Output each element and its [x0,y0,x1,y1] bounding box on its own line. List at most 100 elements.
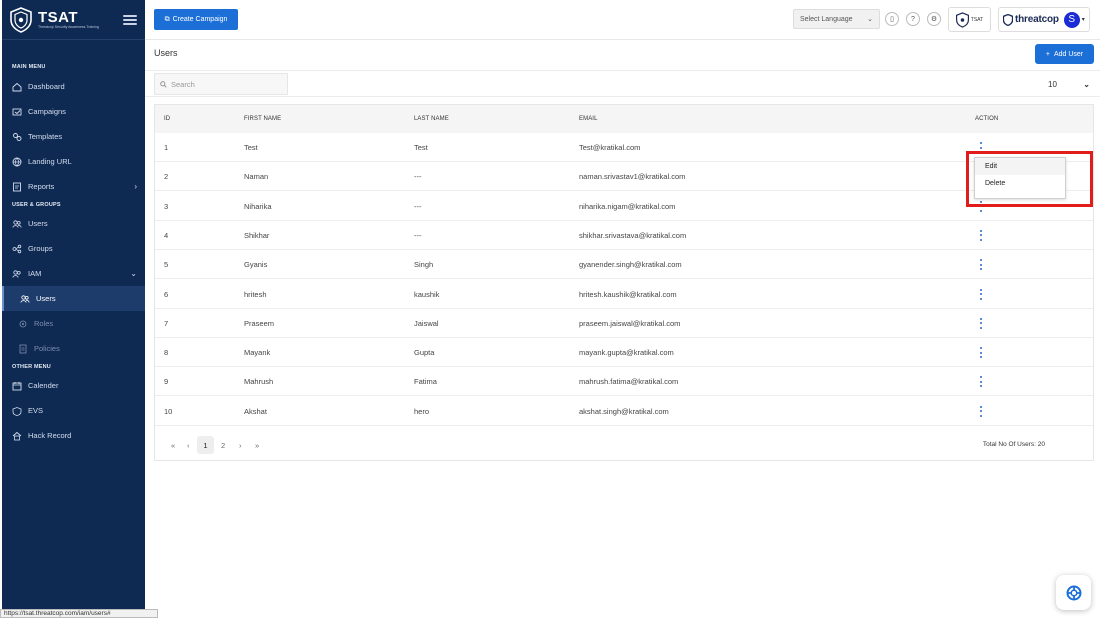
cell-id: 4 [164,230,169,240]
sidebar-item-templates[interactable]: Templates [2,124,145,149]
cell-last-name: --- [414,201,422,211]
threatcop-shield-logo [1003,13,1013,26]
cell-last-name: kaushik [414,289,440,299]
tsat-shield-logo [10,6,32,33]
cell-id: 2 [164,172,169,182]
cell-first-name: Naman [244,172,269,182]
cell-email: mahrush.fatima@kratikal.com [579,377,679,387]
first-page-button[interactable]: « [171,436,175,454]
help-icon[interactable]: ? [906,12,920,26]
menu-toggle-icon[interactable] [123,14,137,25]
next-page-button[interactable]: › [239,436,242,454]
last-page-button[interactable]: » [255,436,259,454]
gear-icon[interactable]: ⚙ [927,12,941,26]
cell-id: 10 [164,406,173,416]
kebab-menu-icon[interactable] [979,405,983,417]
sidebar-item-label: Dashboard [28,82,65,91]
table-row: 6 hritesh kaushik hritesh.kaushik@kratikal.… [155,280,1093,309]
threatcop-account-menu[interactable]: threatcop S ▾ [998,7,1090,32]
table-row: 5 Gyanis Singh gyanender.singh@kratikal.com [155,250,1093,280]
sidebar-item-label: Groups [28,244,53,253]
cell-first-name: Gyanis [244,260,268,270]
brand-tagline: Threatcop Security Awareness Training [38,25,99,29]
sidebar-item-label: IAM [28,269,42,278]
sidebar-item-landing-url[interactable]: Landing URL [2,149,145,174]
cell-first-name: hritesh [244,289,267,299]
table-row: 3 Niharika --- niharika.nigam@kratikal.com [155,192,1093,221]
cell-email: naman.srivastav1@kratikal.com [579,172,686,182]
cell-id: 5 [164,260,169,270]
table-row: 9 Mahrush Fatima mahrush.fatima@kratikal.co… [155,367,1093,397]
sidebar-item-label: Reports [28,182,55,191]
table-row: 7 Praseem Jaiswal praseem.jaiswal@kratikal.… [155,309,1093,338]
chevron-right-icon: › [134,182,137,191]
create-campaign-button[interactable]: ⧉ Create Campaign [154,9,238,30]
sidebar-item-label: Users [28,219,48,228]
evs-icon [12,406,22,416]
sidebar-item-users[interactable]: Users [2,211,145,236]
kebab-menu-icon[interactable] [979,200,983,212]
sidebar-item-iam[interactable]: IAM ⌄ [2,261,145,286]
roles-icon [18,319,28,329]
iam-icon [12,269,22,279]
cell-id: 6 [164,289,169,299]
table-row: 4 Shikhar --- shikhar.srivastava@kratikal.c… [155,221,1093,250]
brand-header: TSAT Threatcop Security Awareness Traini… [2,0,145,40]
sidebar-item-label: Hack Record [28,431,72,440]
sidebar-item-campaigns[interactable]: Campaigns [2,99,145,124]
page-size-select[interactable]: 10 ⌄ [1048,77,1090,91]
cell-last-name: Jaiswal [414,318,439,328]
users-table: ID FIRST NAME LAST NAME EMAIL ACTION 1 Te… [154,104,1094,461]
cell-email: hritesh.kaushik@kratikal.com [579,289,677,299]
panel-icon[interactable]: ▯ [885,12,899,26]
kebab-menu-icon[interactable] [979,259,983,271]
sidebar-item-label: Users [36,294,56,303]
sidebar-item-evs[interactable]: EVS [2,398,145,423]
table-row: 10 Akshat hero akshat.singh@kratikal.com [155,397,1093,426]
calendar-icon [12,381,22,391]
edit-menu-item[interactable]: Edit [975,158,1065,175]
kebab-menu-icon[interactable] [979,288,983,300]
add-user-button[interactable]: + Add User [1035,44,1094,64]
language-select[interactable]: Select Language ⌄ [793,9,880,29]
page-button-1[interactable]: 1 [197,436,214,454]
column-header-last-name: LAST NAME [414,116,449,122]
cell-id: 8 [164,348,169,358]
previous-page-button[interactable]: ‹ [187,436,190,454]
cell-email: niharika.nigam@kratikal.com [579,201,676,211]
brand-name: TSAT [38,9,79,26]
cell-first-name: Mayank [244,348,271,358]
cell-first-name: Shikhar [244,230,270,240]
sidebar-item-iam-users[interactable]: Users [2,286,145,311]
kebab-menu-icon[interactable] [979,229,983,241]
tsat-product-badge[interactable]: TSAT [948,7,991,32]
hack-record-icon [12,431,22,441]
cell-first-name: Mahrush [244,377,274,387]
sidebar-item-label: EVS [28,406,44,415]
search-input[interactable] [171,79,281,89]
avatar[interactable]: S [1063,11,1080,28]
sidebar-item-hack-record[interactable]: Hack Record [2,423,145,448]
kebab-menu-icon[interactable] [979,376,983,388]
kebab-menu-icon[interactable] [979,347,983,359]
sidebar-item-iam-policies[interactable]: Policies [2,336,145,361]
reports-icon [12,182,22,192]
support-chat-button[interactable] [1056,575,1091,610]
sidebar-item-reports[interactable]: Reports › [2,174,145,199]
sidebar-item-dashboard[interactable]: Dashboard [2,74,145,99]
sidebar-item-groups[interactable]: Groups [2,236,145,261]
campaign-icon [12,107,22,117]
sidebar-item-iam-roles[interactable]: Roles [2,311,145,336]
sidebar-item-label: Policies [34,344,60,353]
sidebar-item-label: Roles [34,319,54,328]
kebab-menu-icon[interactable] [979,317,983,329]
threatcop-wordmark: threatcop [1015,14,1059,25]
search-box[interactable] [154,73,288,95]
delete-menu-item[interactable]: Delete [975,175,1065,192]
kebab-menu-icon[interactable] [979,142,983,153]
sidebar-item-calender[interactable]: Calender [2,373,145,398]
sidebar-item-label: Landing URL [28,157,72,166]
cell-last-name: Gupta [414,348,435,358]
page-button-2[interactable]: 2 [221,436,225,454]
cell-email: Test@kratikal.com [579,143,641,152]
